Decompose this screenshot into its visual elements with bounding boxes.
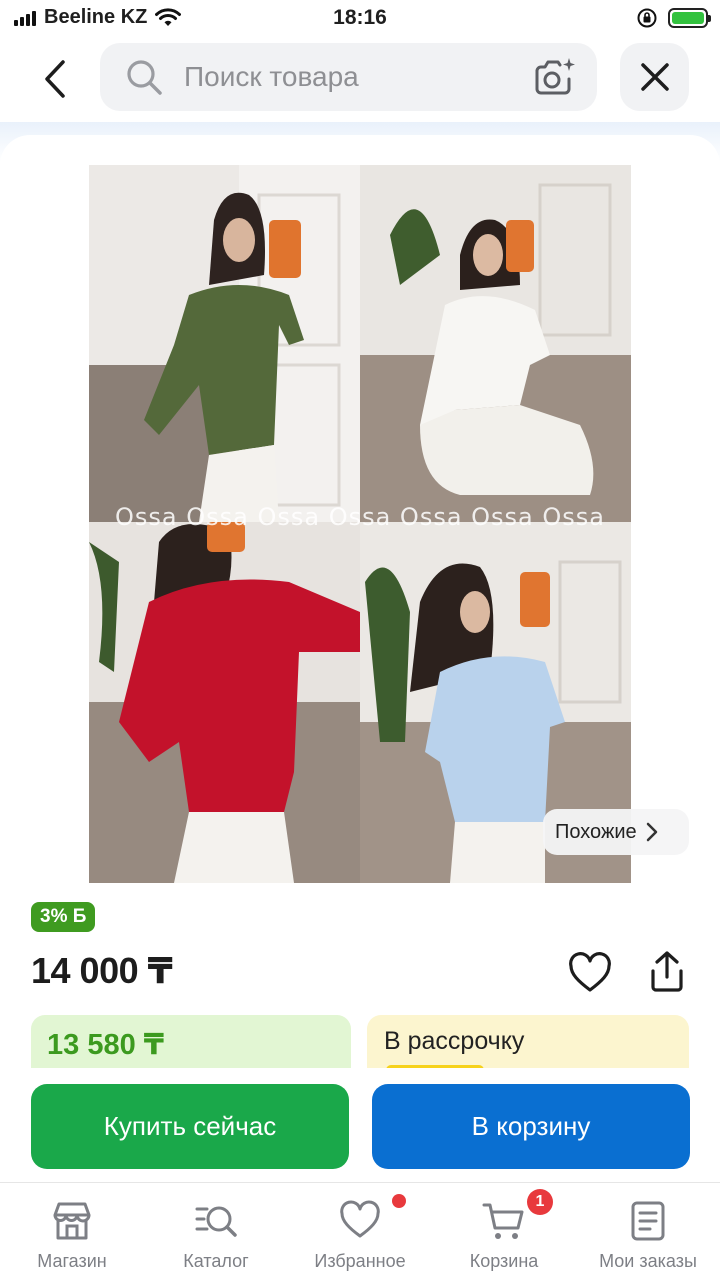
back-button[interactable] [30, 54, 80, 104]
bottom-tab-bar: Магазин Каталог Избранное Корзина Мои за… [0, 1182, 720, 1280]
favorites-notification-dot [392, 1194, 406, 1208]
product-image-gallery[interactable]: Ossa Ossa Ossa Ossa Ossa Ossa Ossa [89, 165, 631, 883]
catalog-search-icon [194, 1199, 238, 1243]
top-bar [0, 40, 720, 120]
orders-icon [626, 1199, 670, 1243]
cashback-badge: 3% Б [31, 902, 96, 932]
chevron-left-icon [45, 60, 65, 98]
cart-count-badge: 1 [527, 1189, 553, 1215]
buy-now-button[interactable]: Купить сейчас [31, 1084, 349, 1169]
cart-icon [482, 1199, 526, 1243]
chevron-right-icon [646, 822, 657, 842]
similar-products-button[interactable]: Похожие [543, 809, 689, 855]
share-icon[interactable] [644, 949, 690, 995]
tab-favorites[interactable]: Избранное [288, 1183, 432, 1280]
status-bar: Beeline KZ 18:16 [0, 0, 720, 40]
tab-label: Мои заказы [599, 1251, 697, 1271]
photo-watermark: Ossa Ossa Ossa Ossa Ossa Ossa Ossa [114, 503, 605, 531]
similar-label: Похожие [555, 820, 637, 843]
clock: 18:16 [333, 6, 387, 29]
tab-label: Каталог [183, 1251, 249, 1271]
heart-icon[interactable] [568, 952, 612, 996]
tab-cart[interactable]: Корзина [432, 1183, 576, 1280]
orientation-lock-icon [637, 8, 657, 28]
search-icon [124, 57, 164, 97]
product-price: 14 000 ₸ [31, 950, 173, 991]
installment-label: В рассрочку [384, 1027, 525, 1055]
tab-store[interactable]: Магазин [0, 1183, 144, 1280]
tab-label: Корзина [469, 1251, 539, 1271]
installment-block[interactable]: В рассрочку [367, 1015, 689, 1075]
heart-icon [338, 1199, 382, 1243]
add-to-cart-button[interactable]: В корзину [372, 1084, 690, 1169]
product-photo-white [360, 165, 631, 522]
battery-icon [668, 8, 711, 28]
close-button[interactable] [620, 43, 689, 111]
product-photo-red [89, 522, 360, 883]
card-price-block[interactable]: 13 580 ₸ [31, 1015, 351, 1075]
store-icon [50, 1199, 94, 1243]
product-photo-green [89, 165, 360, 522]
card-price: 13 580 ₸ [47, 1029, 164, 1061]
search-bar[interactable] [100, 43, 597, 111]
tab-label: Магазин [37, 1251, 107, 1271]
search-input[interactable] [184, 61, 514, 93]
tab-catalog[interactable]: Каталог [144, 1183, 288, 1280]
tab-orders[interactable]: Мои заказы [576, 1183, 720, 1280]
tab-label: Избранное [314, 1251, 406, 1271]
camera-plus-icon[interactable] [531, 55, 577, 101]
close-icon [640, 63, 669, 91]
